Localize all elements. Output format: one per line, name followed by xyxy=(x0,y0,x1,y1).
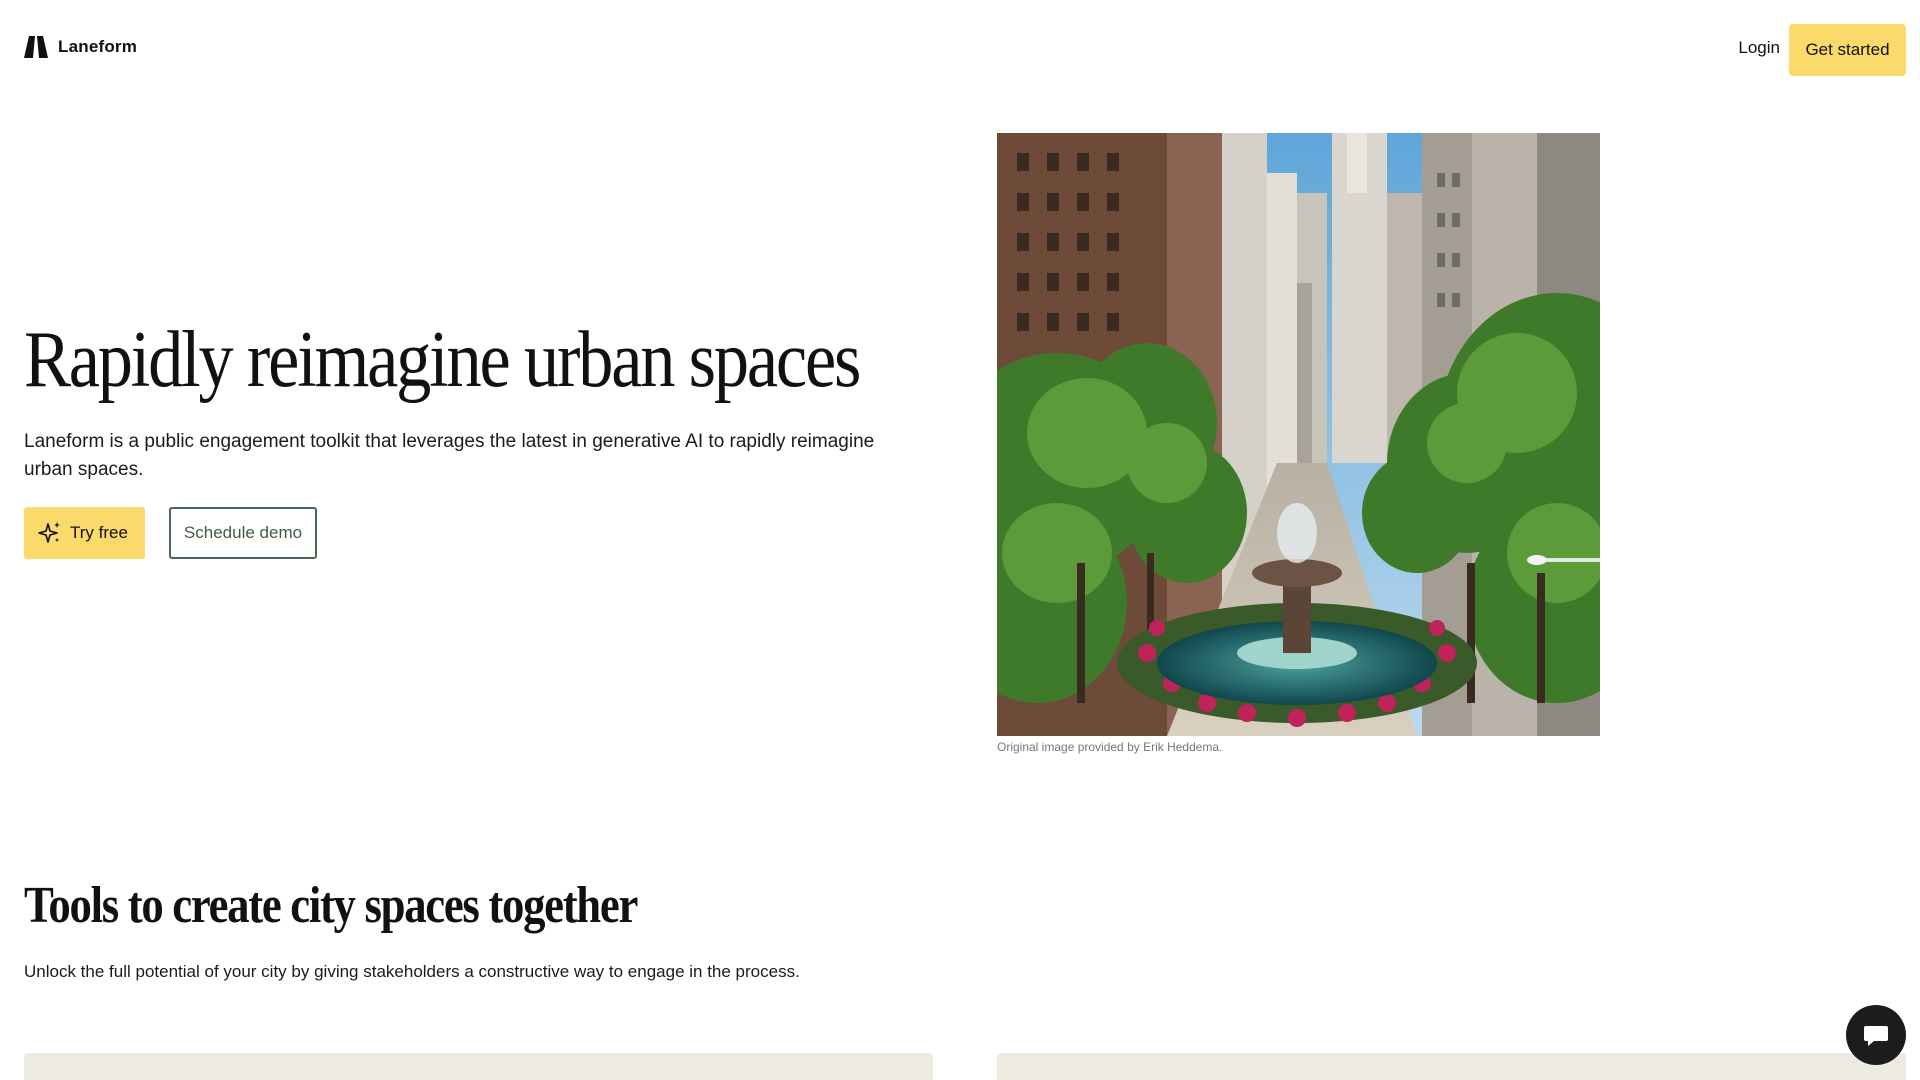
hero-subtitle: Laneform is a public engagement toolkit … xyxy=(24,431,875,480)
try-free-label: Try free xyxy=(70,523,128,542)
feature-card-right xyxy=(997,1053,1906,1080)
login-link[interactable]: Login xyxy=(1738,38,1780,58)
image-caption: Original image provided by Erik Heddema. xyxy=(997,740,1223,754)
try-free-button[interactable]: Try free xyxy=(24,507,145,559)
city-street-illustration xyxy=(997,133,1600,736)
hero-city-image xyxy=(997,133,1600,736)
feature-card-left xyxy=(24,1053,933,1080)
hero-title: Rapidly reimagine urban spaces xyxy=(24,316,861,404)
get-started-button[interactable]: Get started xyxy=(1789,24,1906,76)
logo-text: Laneform xyxy=(58,37,138,56)
section-subtitle: Unlock the full potential of your city b… xyxy=(24,962,800,981)
logo-link[interactable]: Laneform xyxy=(24,36,137,58)
landing-page: Laneform Login Get started Rapidly reima… xyxy=(0,0,1920,1080)
section-title: Tools to create city spaces together xyxy=(24,877,638,934)
laneform-logo-icon xyxy=(24,36,48,58)
chat-button[interactable] xyxy=(1846,1005,1906,1065)
site-header: Laneform Login Get started xyxy=(0,0,1920,100)
schedule-demo-button[interactable]: Schedule demo xyxy=(169,507,317,559)
sparkle-icon xyxy=(38,522,60,543)
chat-bubble-icon xyxy=(1864,1026,1888,1046)
